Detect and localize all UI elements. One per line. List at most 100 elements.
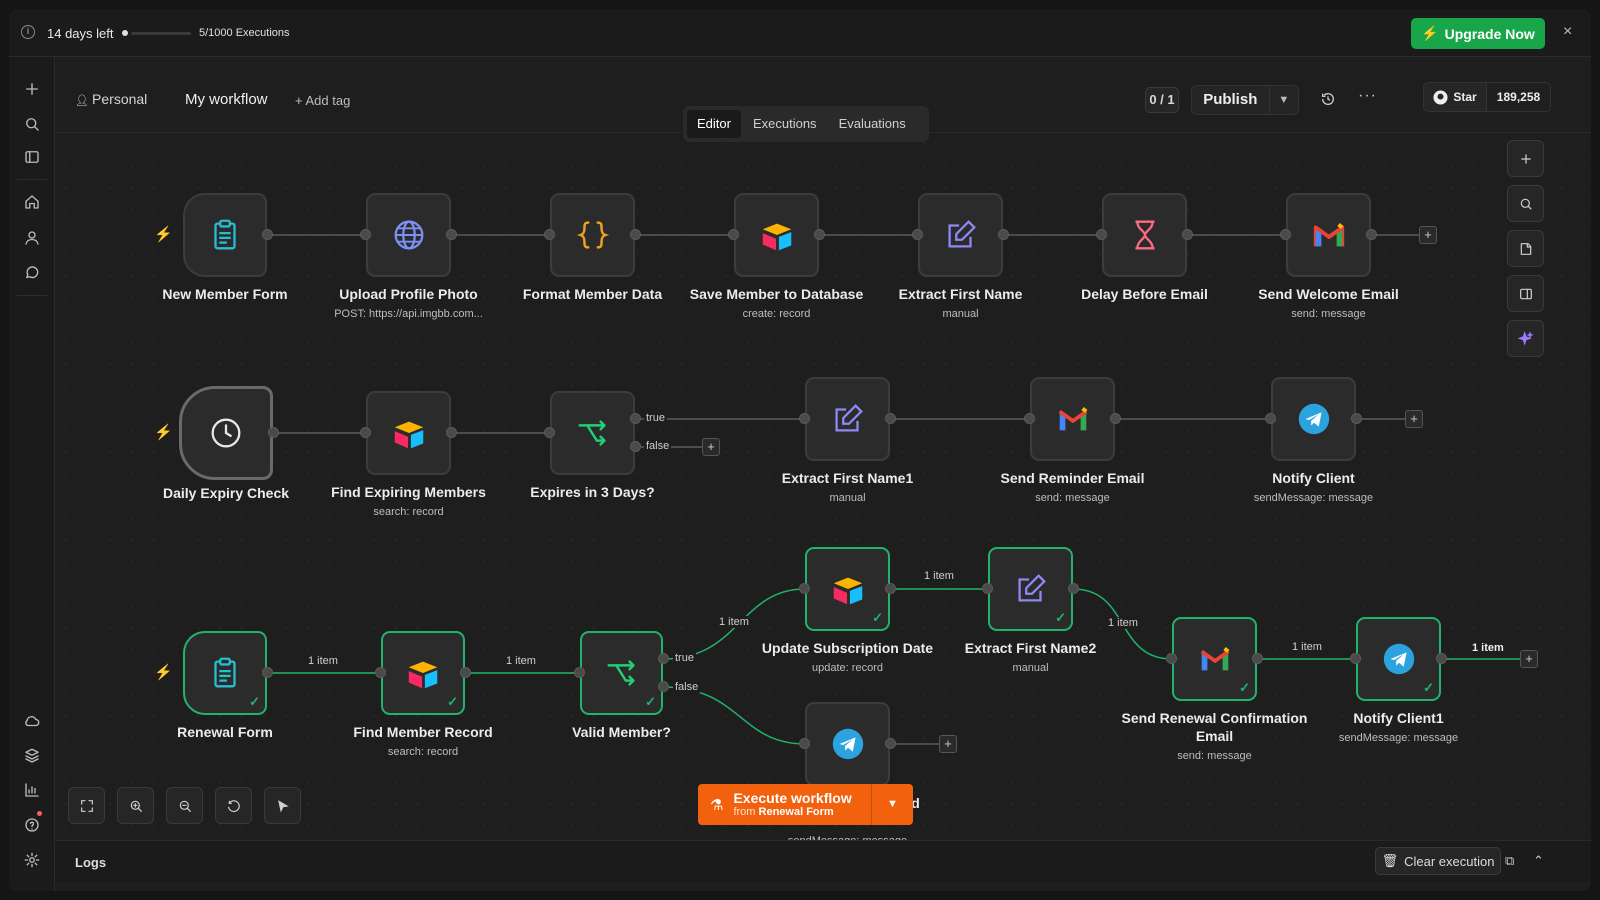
home-icon[interactable]	[21, 191, 43, 213]
node-save-member-to-database[interactable]: Save Member to Database create: record	[690, 193, 863, 320]
node-title: Find Member Record	[353, 724, 493, 740]
zoom-in-icon[interactable]	[117, 787, 154, 824]
node-expires-in-3-days[interactable]: Expires in 3 Days?	[530, 391, 655, 500]
chevron-up-icon[interactable]: ⌃	[1533, 853, 1544, 869]
executions-count: 5/1000 Executions	[199, 27, 290, 39]
tidy-up-icon[interactable]	[264, 787, 301, 824]
execute-workflow-button[interactable]: ⚗ Execute workflow from Renewal Form ▼	[698, 784, 913, 825]
user-icon[interactable]	[21, 227, 43, 249]
add-tag-button[interactable]: + Add tag	[295, 93, 350, 108]
telegram-icon	[1298, 403, 1329, 435]
node-update-subscription-date[interactable]: ✓ Update Subscription Date update: record	[762, 547, 933, 674]
node-format-member-data[interactable]: Format Member Data	[523, 193, 662, 302]
node-subtitle: POST: https://api.imgbb.com...	[334, 308, 483, 320]
success-check-icon: ✓	[645, 694, 656, 709]
node-subtitle: manual	[829, 492, 866, 504]
node-renewal-form[interactable]: ✓ Renewal Form	[177, 631, 273, 740]
node-send-welcome-email[interactable]: Send Welcome Email send: message	[1258, 193, 1399, 320]
cloud-icon[interactable]	[21, 710, 43, 732]
sticky-note-icon[interactable]	[1507, 230, 1544, 267]
chevron-down-icon[interactable]: ▼	[1268, 86, 1298, 114]
telegram-icon	[1383, 643, 1414, 675]
project-breadcrumb[interactable]: 👤︎ Personal	[75, 91, 147, 107]
project-name: Personal	[92, 91, 148, 107]
plus-icon[interactable]	[21, 78, 43, 100]
code-braces-icon	[576, 221, 609, 249]
node-valid-member[interactable]: ✓ Valid Member?	[572, 631, 671, 740]
trigger-bolt-icon: ⚡	[154, 664, 173, 681]
fit-view-icon[interactable]	[68, 787, 105, 824]
node-subtitle: send: message	[1177, 750, 1252, 762]
tab-executions[interactable]: Executions	[743, 110, 827, 138]
search-icon[interactable]	[21, 113, 43, 135]
add-node-button[interactable]: +	[1419, 226, 1437, 244]
insights-icon[interactable]	[21, 779, 43, 801]
add-node-button[interactable]: +	[1520, 650, 1538, 668]
templates-icon[interactable]	[21, 745, 43, 767]
edit-pen-icon	[947, 220, 976, 248]
node-subtitle: sendMessage: message	[1338, 732, 1459, 744]
success-check-icon: ✓	[872, 610, 883, 625]
add-node-button[interactable]: +	[939, 735, 957, 753]
node-title: Renewal Form	[177, 724, 273, 740]
node-notify-client1[interactable]: ✓ Notify Client1 sendMessage: message	[1339, 617, 1458, 744]
execute-label: Execute workflow	[733, 790, 852, 806]
node-title: Notify Client	[1272, 470, 1355, 486]
ai-sparkle-icon[interactable]	[1507, 320, 1544, 357]
node-title: Delay Before Email	[1081, 286, 1208, 302]
settings-gear-icon[interactable]	[21, 849, 43, 871]
form-icon	[214, 657, 236, 688]
node-daily-expiry-check[interactable]: Daily Expiry Check	[163, 386, 289, 501]
close-banner-icon[interactable]: ×	[1563, 23, 1572, 41]
node-send-renewal-confirmation-email[interactable]: ✓ Send Renewal Confirmation Email send: m…	[1122, 617, 1307, 762]
node-title: Expires in 3 Days?	[530, 484, 655, 500]
add-node-button[interactable]: +	[1405, 410, 1423, 428]
form-icon	[214, 219, 236, 250]
tab-editor[interactable]: Editor	[687, 110, 741, 138]
chat-icon[interactable]	[21, 262, 43, 284]
gmail-icon	[1313, 223, 1344, 247]
node-title: Send Renewal Confirmation Email	[1121, 710, 1308, 744]
add-node-plus-icon[interactable]	[1507, 140, 1544, 177]
left-sidebar	[9, 57, 55, 891]
node-find-member-record[interactable]: ✓ Find Member Record search: record	[353, 631, 493, 758]
github-star-widget[interactable]: Star 189,258	[1423, 82, 1551, 112]
clear-execution-button[interactable]: 🗑︎ Clear execution	[1375, 847, 1501, 875]
node-upload-profile-photo[interactable]: Upload Profile Photo POST: https://api.im…	[334, 193, 483, 320]
node-extract-first-name2[interactable]: ✓ Extract First Name2 manual	[965, 547, 1096, 674]
more-options-icon[interactable]: ···	[1358, 87, 1377, 105]
node-new-member-form[interactable]: New Member Form	[162, 193, 288, 302]
logs-panel-bar[interactable]: Logs 🗑︎ Clear execution ⧉ ⌃	[55, 840, 1591, 882]
view-tabs: Editor Executions Evaluations	[683, 106, 929, 142]
publish-button-group: Publish ▼	[1191, 85, 1299, 115]
node-send-reminder-email[interactable]: Send Reminder Email send: message	[1001, 377, 1144, 504]
tab-evaluations[interactable]: Evaluations	[829, 110, 916, 138]
edge-label-items: 1 item	[1470, 642, 1506, 654]
node-notify-client[interactable]: Notify Client sendMessage: message	[1254, 377, 1373, 504]
upgrade-now-button[interactable]: ⚡ Upgrade Now	[1411, 18, 1545, 49]
zoom-out-icon[interactable]	[166, 787, 203, 824]
edit-pen-icon	[834, 404, 863, 432]
info-icon[interactable]: i	[21, 25, 35, 39]
person-icon: 👤︎	[75, 95, 93, 107]
workflow-name[interactable]: My workflow	[185, 91, 268, 108]
history-icon[interactable]	[1320, 91, 1336, 107]
node-extract-first-name[interactable]: Extract First Name manual	[899, 193, 1022, 320]
panel-toggle-icon[interactable]	[21, 146, 43, 168]
execute-options-chevron-icon[interactable]: ▼	[871, 784, 913, 825]
undo-icon[interactable]	[215, 787, 252, 824]
node-extract-first-name1[interactable]: Extract First Name1 manual	[782, 377, 913, 504]
node-notify-client-invalid[interactable]: dsendMessage: message	[788, 702, 920, 847]
github-star-count: 189,258	[1486, 83, 1550, 111]
telegram-icon	[832, 728, 863, 760]
publish-button[interactable]: Publish	[1192, 86, 1269, 114]
side-panel-icon[interactable]	[1507, 275, 1544, 312]
if-branch-icon	[606, 660, 635, 686]
add-node-button[interactable]: +	[702, 438, 720, 456]
popout-icon[interactable]: ⧉	[1505, 853, 1514, 869]
help-icon[interactable]	[21, 814, 43, 836]
active-counter[interactable]: 0 / 1	[1145, 87, 1179, 113]
search-nodes-icon[interactable]	[1507, 185, 1544, 222]
node-find-expiring-members[interactable]: Find Expiring Members search: record	[331, 391, 486, 518]
node-delay-before-email[interactable]: Delay Before Email	[1081, 193, 1208, 302]
